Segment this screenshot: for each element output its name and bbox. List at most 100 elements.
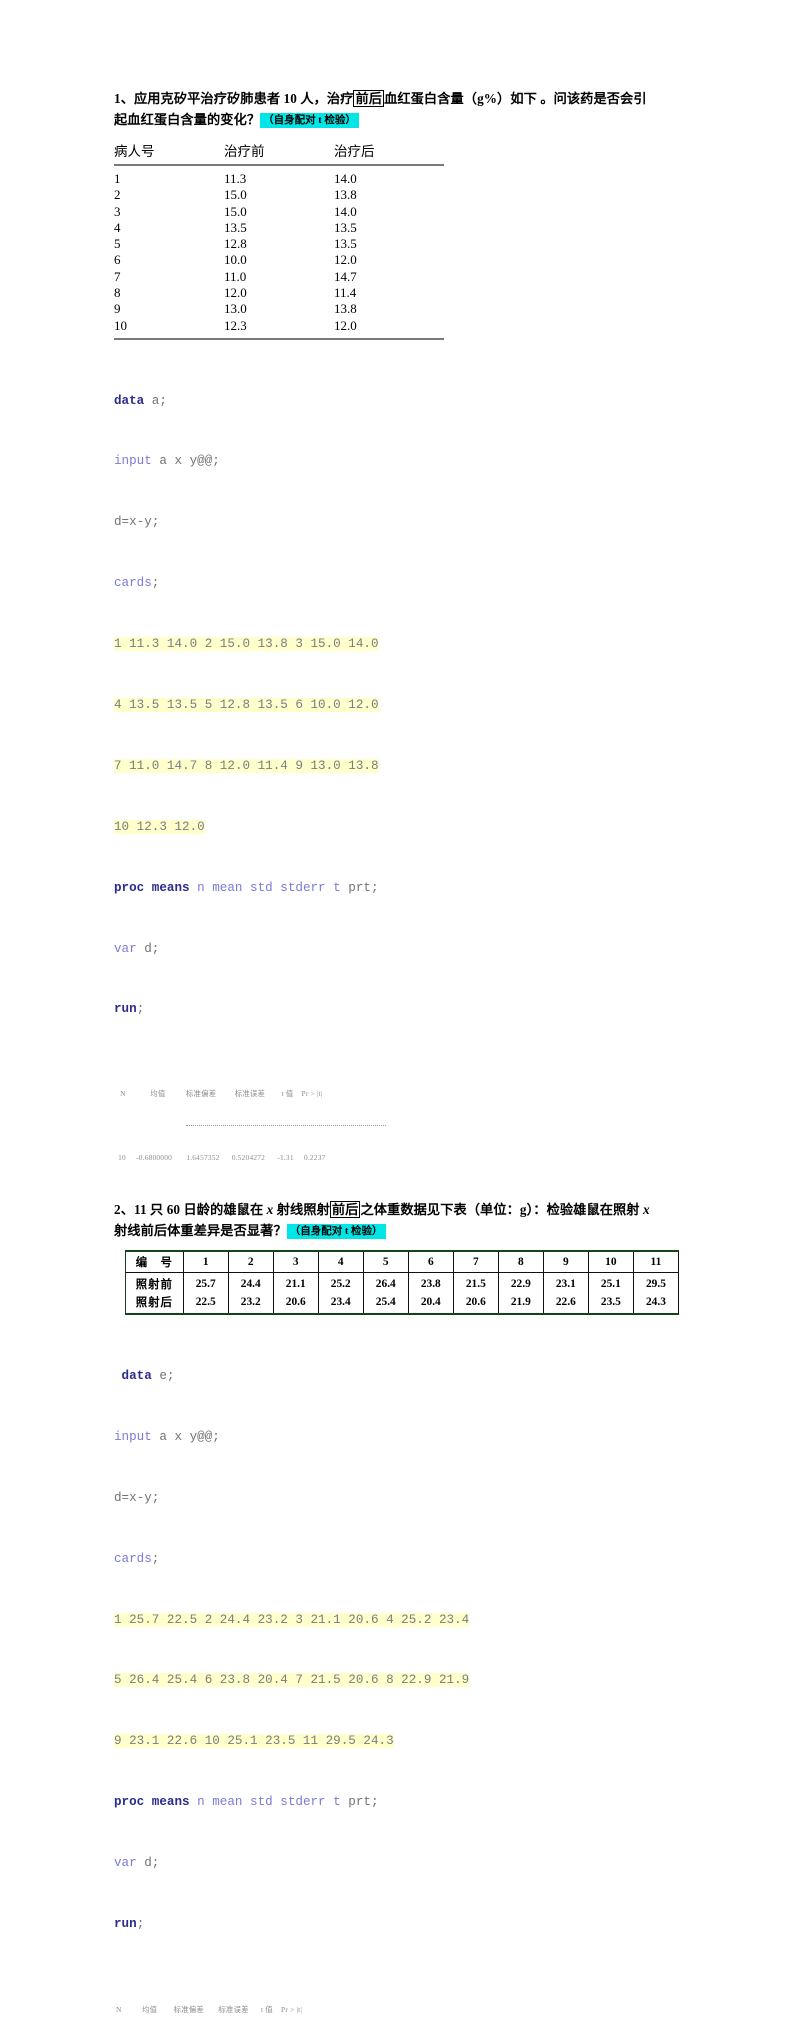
document-page: 1、应用克矽平治疗矽肺患者 10 人，治疗 前后 血红蛋白含量（g%）如下 。问该药…: [0, 0, 793, 2014]
code-line: d=x-y;: [114, 1488, 679, 1508]
code-text: d=x-y;: [114, 1490, 160, 1505]
cell-id: 6: [114, 252, 121, 268]
code-line: var d;: [114, 939, 679, 959]
table2-after-cell: 21.9: [497, 1293, 544, 1315]
cell-before: 12.8: [224, 236, 247, 252]
code-data-line: 1 25.7 22.5 2 24.4 23.2 3 21.1 20.6 4 25…: [114, 1612, 470, 1627]
code-text: d;: [136, 1856, 160, 1871]
table2-id-cell: 10: [587, 1251, 634, 1274]
sas-code-block-1: data a; input a x y@@; d=x-y; cards; 1 1…: [114, 350, 679, 1060]
code-line: 5 26.4 25.4 6 23.8 20.4 7 21.5 20.6 8 22…: [114, 1670, 679, 1690]
code-line: proc means n mean std stderr t prt;: [114, 878, 679, 898]
question-2-variable-x1: x: [266, 1202, 274, 1218]
table2-header-row: 编 号 1 2 3 4 5 6 7 8 9 10 11: [125, 1251, 680, 1274]
code-line: d=x-y;: [114, 512, 679, 532]
question-2-text-part-d: 射线前后体重差异是否显著？: [114, 1223, 287, 1239]
table-row: 2 15.0 13.8: [114, 187, 444, 203]
question-2-variable-x2: x: [643, 1202, 650, 1218]
question-2-heading: 2、11 只 60 日龄的雄鼠在 x 射线照射 前后 之体重数据见下表（单位：g）：…: [114, 1199, 679, 1241]
cell-id: 7: [114, 268, 121, 284]
cell-id: 3: [114, 203, 121, 219]
cell-before: 12.3: [224, 317, 247, 333]
code-text: a x y@@;: [151, 1429, 220, 1444]
question-1-method-tag: （自身配对 t 检验）: [260, 113, 359, 128]
question-1-text-part-a: 1、应用克矽平治疗矽肺患者 10 人，治疗: [114, 91, 354, 106]
cell-before: 13.5: [224, 219, 247, 235]
question-2-method-tag: （自身配对 t 检验）: [286, 1224, 386, 1240]
cell-id: 9: [114, 301, 121, 317]
cell-before: 15.0: [224, 187, 247, 203]
table-row: 8 12.0 11.4: [114, 285, 444, 301]
table2-before-cell: 26.4: [362, 1272, 409, 1294]
table-row: 1 11.3 14.0: [114, 165, 444, 187]
code-keyword-input: input: [114, 454, 152, 469]
code-data-line: 5 26.4 25.4 6 23.8 20.4 7 21.5 20.6 8 22…: [114, 1673, 470, 1688]
question-1-boxed-term: 前后: [353, 90, 385, 107]
table2-before-row: 照射前 25.7 24.4 21.1 25.2 26.4 23.8 21.5 2…: [125, 1272, 680, 1294]
code-keyword-var: var: [114, 1856, 137, 1871]
cell-after: 13.5: [334, 219, 357, 235]
code-text: e;: [151, 1368, 175, 1383]
table2-before-cell: 25.1: [587, 1272, 634, 1294]
table2-label-id: 编 号: [125, 1251, 184, 1274]
table2-id-cell: 3: [272, 1251, 319, 1274]
table1-header-patient: 病人号: [114, 138, 224, 166]
code-line: 7 11.0 14.7 8 12.0 11.4 9 13.0 13.8: [114, 756, 679, 776]
cell-after: 14.7: [334, 268, 357, 284]
cell-after: 11.4: [334, 285, 357, 301]
table2-id-cell: 5: [362, 1251, 409, 1274]
output-header-row: N 均值 标准偏差 标准误差 t 值 Pr > |t|: [114, 2004, 303, 2014]
cell-id: 5: [114, 236, 121, 252]
code-keyword-input: input: [114, 1429, 152, 1444]
table2-before-cell: 24.4: [227, 1272, 274, 1294]
code-line: cards;: [114, 573, 679, 593]
code-keyword-run: run: [114, 1002, 137, 1017]
code-line: 9 23.1 22.6 10 25.1 23.5 11 29.5 24.3: [114, 1731, 679, 1751]
table-row: 6 10.0 12.0: [114, 252, 444, 268]
table-row: 5 12.8 13.5: [114, 236, 444, 252]
code-line: 4 13.5 13.5 5 12.8 13.5 6 10.0 12.0: [114, 695, 679, 715]
code-keyword-data: data: [114, 1368, 152, 1383]
code-data-line: 1 11.3 14.0 2 15.0 13.8 3 15.0 14.0: [114, 637, 379, 652]
table2-id-cell: 1: [182, 1251, 229, 1274]
code-line: var d;: [114, 1853, 679, 1873]
table2-id-cell: 7: [452, 1251, 499, 1274]
code-line: proc means n mean std stderr t prt;: [114, 1792, 679, 1812]
table2-id-cell: 6: [407, 1251, 454, 1274]
question-2-boxed-term: 前后: [329, 1201, 361, 1219]
table2-after-cell: 23.5: [587, 1293, 634, 1315]
code-text: prt;: [340, 1795, 379, 1810]
code-keyword-data: data: [114, 393, 145, 408]
code-line: run;: [114, 1914, 679, 1934]
code-line: 1 25.7 22.5 2 24.4 23.2 3 21.1 20.6 4 25…: [114, 1610, 679, 1630]
code-line: cards;: [114, 1549, 679, 1569]
cell-before: 11.0: [224, 268, 247, 284]
code-text: prt;: [340, 880, 379, 895]
code-text: ;: [151, 576, 160, 591]
table2-after-cell: 25.4: [362, 1293, 409, 1315]
code-line: input a x y@@;: [114, 451, 679, 471]
question-2-text-part-c: 之体重数据见下表（单位：g）：检验雄鼠在照射: [360, 1202, 643, 1218]
table2-after-row: 照射后 22.5 23.2 20.6 23.4 25.4 20.4 20.6 2…: [125, 1293, 680, 1315]
cell-after: 14.0: [334, 203, 357, 219]
code-line: 1 11.3 14.0 2 15.0 13.8 3 15.0 14.0: [114, 634, 679, 654]
code-line: input a x y@@;: [114, 1427, 679, 1447]
code-text: a;: [144, 393, 167, 408]
table-row: 4 13.5 13.5: [114, 220, 444, 236]
cell-after: 13.8: [334, 187, 357, 203]
code-text: d=x-y;: [114, 515, 160, 530]
output-values-row: 10 -0.6800000 1.6457352 0.5204272 -1.31 …: [114, 1153, 326, 1163]
mouse-weight-table: 编 号 1 2 3 4 5 6 7 8 9 10 11 照射前 25.7 24.…: [125, 1250, 680, 1316]
cell-after: 12.0: [334, 317, 357, 333]
code-data-line: 7 11.0 14.7 8 12.0 11.4 9 13.0 13.8: [114, 758, 379, 773]
table2-after-cell: 20.6: [452, 1293, 499, 1315]
table1-header-after: 治疗后: [334, 138, 444, 166]
cell-id: 4: [114, 219, 121, 235]
code-data-line: 9 23.1 22.6 10 25.1 23.5 11 29.5 24.3: [114, 1734, 394, 1749]
code-line: data e;: [114, 1366, 679, 1386]
output-divider: [186, 1125, 386, 1127]
sas-output-2: N 均值 标准偏差 标准误差 t 值 Pr > |t|: [114, 1982, 679, 2037]
table2-before-cell: 29.5: [632, 1272, 680, 1294]
code-line: data a;: [114, 391, 679, 411]
sas-code-block-2: data e; input a x y@@; d=x-y; cards; 1 2…: [114, 1325, 679, 1975]
